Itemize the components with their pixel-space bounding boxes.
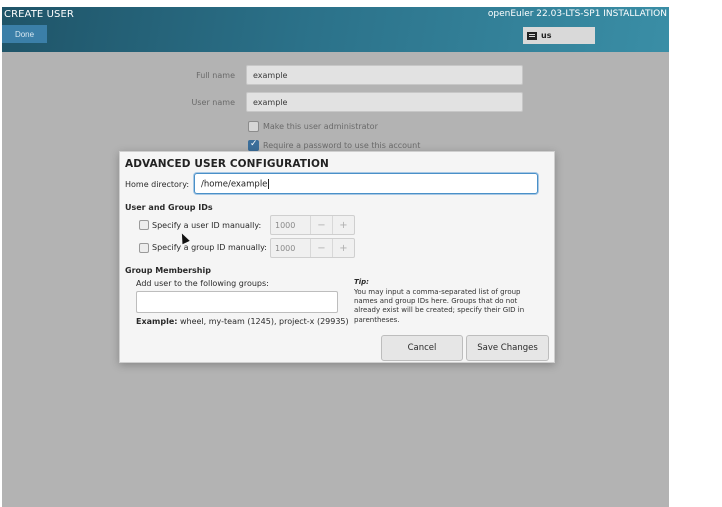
header-bar: CREATE USER openEuler 22.03-LTS-SP1 INST…	[2, 7, 669, 52]
home-directory-label: Home directory:	[125, 180, 190, 189]
uid-spinner[interactable]: 1000 − +	[270, 215, 355, 235]
keyboard-icon	[527, 31, 537, 40]
dialog-title: ADVANCED USER CONFIGURATION	[125, 158, 329, 170]
uid-increment-button[interactable]: +	[332, 216, 354, 234]
keyboard-layout-indicator[interactable]: us	[523, 27, 595, 44]
admin-checkbox[interactable]	[248, 121, 259, 132]
gid-spinner[interactable]: 1000 − +	[270, 238, 355, 258]
require-password-label: Require a password to use this account	[263, 141, 421, 150]
user-name-field[interactable]: example	[246, 92, 523, 112]
advanced-user-config-dialog: ADVANCED USER CONFIGURATION Home directo…	[119, 151, 555, 363]
example-text: wheel, my-team (1245), project-x (29935)	[180, 317, 349, 326]
tip-text: You may input a comma-separated list of …	[354, 288, 525, 324]
keyboard-layout-label: us	[541, 31, 552, 40]
home-directory-value: /home/example	[201, 179, 268, 190]
ids-section-heading: User and Group IDs	[125, 203, 213, 212]
gid-checkbox[interactable]	[139, 243, 149, 253]
full-name-label: Full name	[196, 71, 235, 80]
uid-value: 1000	[275, 221, 296, 230]
save-changes-button[interactable]: Save Changes	[466, 335, 549, 361]
cancel-button[interactable]: Cancel	[381, 335, 463, 361]
uid-checkbox[interactable]	[139, 220, 149, 230]
user-name-label: User name	[191, 98, 235, 107]
groups-input[interactable]	[136, 291, 338, 313]
done-button[interactable]: Done	[2, 25, 47, 43]
text-cursor	[268, 179, 270, 189]
installer-title: openEuler 22.03-LTS-SP1 INSTALLATION	[487, 9, 667, 19]
example-prefix: Example:	[136, 317, 178, 326]
require-password-checkbox[interactable]	[248, 139, 259, 151]
uid-decrement-button[interactable]: −	[310, 216, 332, 234]
uid-checkbox-label: Specify a user ID manually:	[152, 221, 262, 230]
group-membership-heading: Group Membership	[125, 266, 211, 275]
groups-example: Example: wheel, my-team (1245), project-…	[136, 317, 349, 326]
home-directory-input[interactable]: /home/example	[194, 173, 538, 194]
admin-checkbox-label: Make this user administrator	[263, 122, 378, 131]
page-title: CREATE USER	[4, 9, 74, 20]
gid-checkbox-label: Specify a group ID manually:	[152, 243, 267, 252]
groups-label: Add user to the following groups:	[136, 279, 269, 288]
gid-value: 1000	[275, 244, 296, 253]
full-name-field[interactable]: example	[246, 65, 523, 85]
tip-title: Tip:	[354, 278, 369, 286]
gid-increment-button[interactable]: +	[332, 239, 354, 257]
gid-decrement-button[interactable]: −	[310, 239, 332, 257]
